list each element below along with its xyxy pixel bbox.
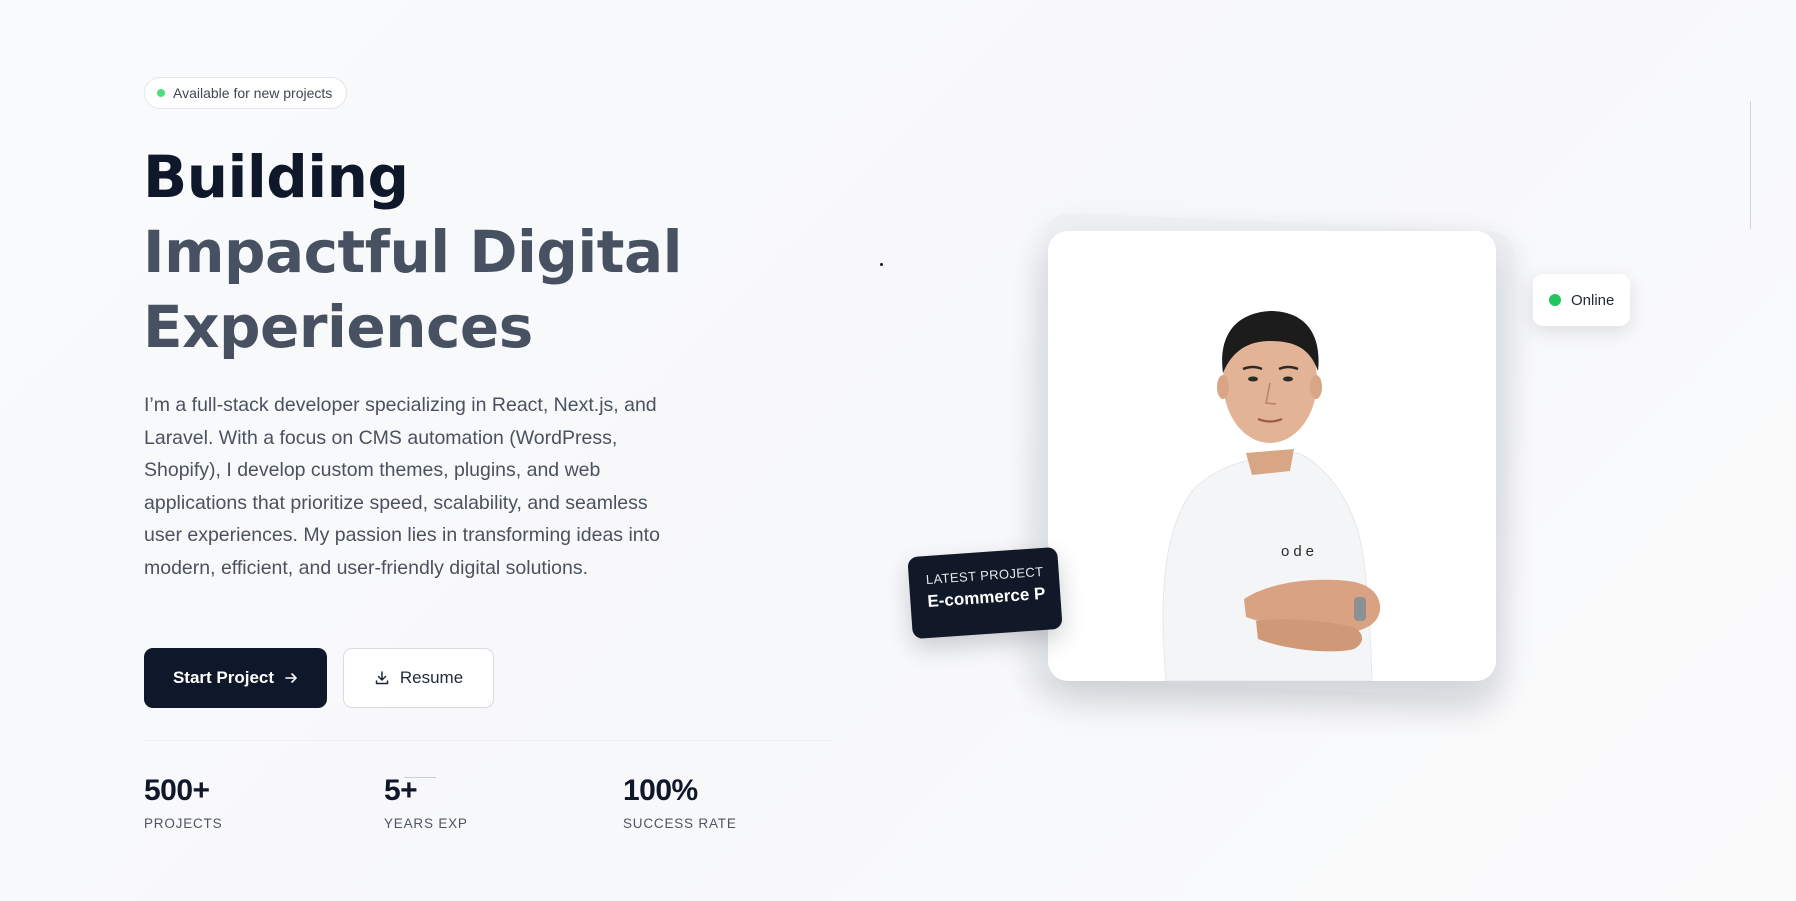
stats-divider — [144, 740, 834, 741]
stat-years: 5+ YEARS EXP — [384, 774, 468, 831]
stat-label: PROJECTS — [144, 816, 223, 831]
availability-badge: Available for new projects — [144, 77, 348, 109]
stat-value: 5+ — [384, 774, 418, 807]
resume-label: Resume — [399, 668, 464, 687]
stat-success-rate: 100% SUCCESS RATE — [623, 774, 737, 831]
decorative-vertical-line — [1750, 101, 1751, 229]
stat-accent-line — [404, 777, 436, 778]
stat-projects: 500+ PROJECTS — [144, 774, 222, 831]
headline-line-1: Building — [143, 143, 409, 211]
arrow-right-icon — [284, 671, 298, 685]
hero-bio: I’m a full-stack developer specializing … — [144, 394, 660, 579]
online-status-pill: Online — [1533, 274, 1630, 326]
status-dot-icon — [157, 89, 165, 97]
stat-label: YEARS EXP — [384, 816, 468, 831]
online-label: Online — [1571, 291, 1615, 309]
stat-value: 500+ — [144, 774, 210, 807]
stat-value: 100% — [623, 774, 698, 807]
hero-headline: Building Impactful Digital Experiences — [143, 140, 683, 365]
headline-line-3: Experiences — [143, 293, 533, 361]
headline-line-2: Impactful Digital — [143, 218, 683, 286]
start-project-label: Start Project — [172, 668, 275, 687]
start-project-button[interactable]: Start Project — [144, 648, 327, 708]
stat-label: SUCCESS RATE — [623, 816, 737, 831]
availability-label: Available for new projects — [173, 85, 333, 101]
latest-project-tag[interactable]: LATEST PROJECT E-commerce P — [907, 546, 1063, 640]
profile-photo-card: ode — [1048, 231, 1496, 681]
profile-photo: ode — [1162, 311, 1381, 681]
svg-text:ode: ode — [1281, 543, 1318, 560]
online-dot-icon — [1549, 294, 1561, 306]
resume-button[interactable]: Resume — [343, 648, 494, 708]
decorative-dot — [880, 263, 883, 266]
latest-project-title: E-commerce P — [926, 583, 1046, 612]
download-icon — [374, 670, 390, 686]
